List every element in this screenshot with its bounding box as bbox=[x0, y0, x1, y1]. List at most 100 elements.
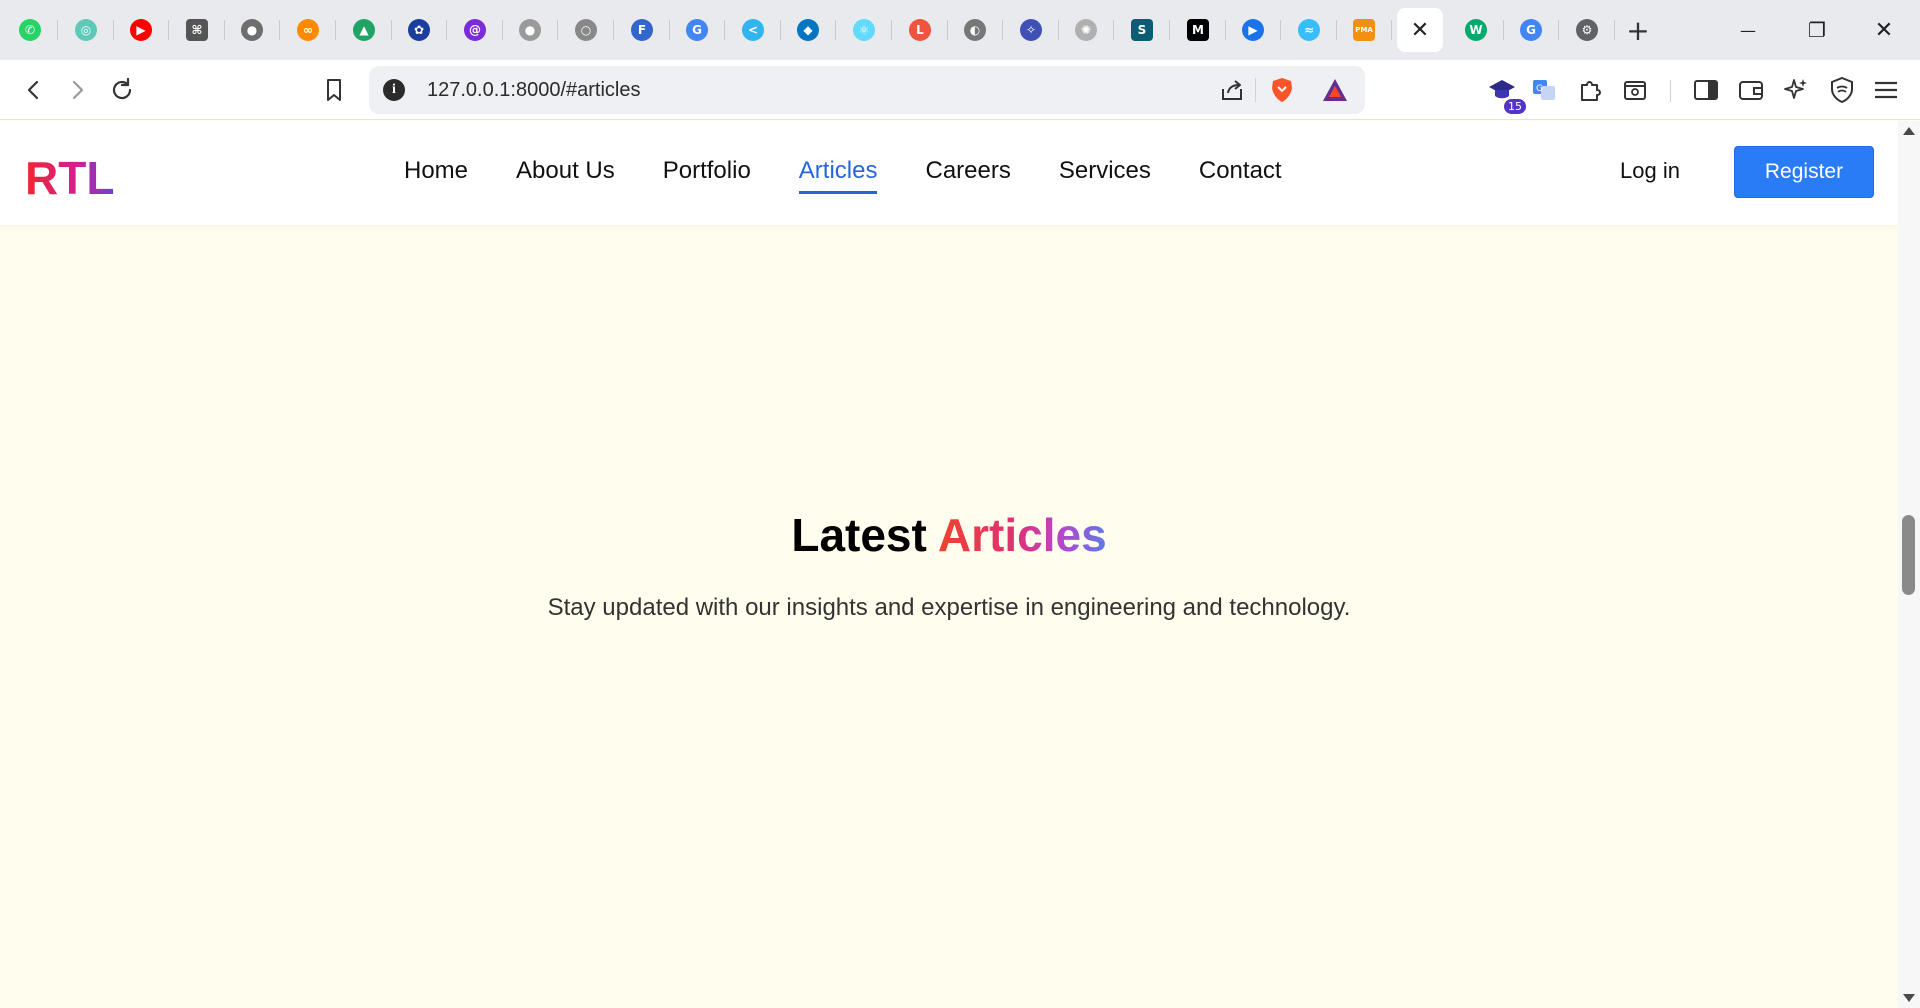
tab-separator bbox=[57, 20, 58, 40]
section-subtitle: Stay updated with our insights and exper… bbox=[547, 594, 1351, 621]
nav-link-careers[interactable]: Careers bbox=[925, 157, 1010, 194]
globe-icon: ◐ bbox=[964, 19, 986, 41]
tab-separator bbox=[947, 20, 948, 40]
tab-separator bbox=[1113, 20, 1114, 40]
laravel-icon: L bbox=[909, 19, 931, 41]
close-window-button[interactable]: ✕ bbox=[1862, 8, 1906, 52]
browser-tab-google[interactable]: G bbox=[674, 8, 720, 52]
browser-tab-react[interactable]: ⚛ bbox=[841, 8, 887, 52]
browser-tab-whatsapp[interactable]: ✆ bbox=[7, 8, 53, 52]
browser-tab-w3schools[interactable]: W bbox=[1453, 8, 1499, 52]
shield-icon bbox=[1831, 76, 1853, 104]
browser-tab-dart[interactable]: ◆ bbox=[785, 8, 831, 52]
browser-tab-google-drive[interactable]: ▲ bbox=[341, 8, 387, 52]
reader-mode-button[interactable] bbox=[1617, 72, 1653, 108]
browser-tab-laravel[interactable]: L bbox=[897, 8, 943, 52]
browser-tab-flutter[interactable]: < bbox=[730, 8, 776, 52]
browser-tab-phpmyadmin[interactable]: PMA bbox=[1341, 8, 1387, 52]
extensions-button[interactable] bbox=[1572, 72, 1608, 108]
extension-badge: 15 bbox=[1504, 99, 1526, 114]
scroll-thumb[interactable] bbox=[1902, 515, 1915, 595]
url-text[interactable]: 127.0.0.1:8000/#articles bbox=[427, 79, 641, 102]
browser-tab-github-2[interactable]: ● bbox=[507, 8, 553, 52]
wallet-button[interactable] bbox=[1733, 72, 1769, 108]
bookmark-button[interactable] bbox=[316, 72, 352, 108]
browser-tab-github[interactable]: ● bbox=[229, 8, 275, 52]
browser-tab-circle-ring[interactable]: ○ bbox=[563, 8, 609, 52]
register-button[interactable]: Register bbox=[1734, 146, 1874, 198]
restore-window-button[interactable]: ❐ bbox=[1795, 8, 1839, 52]
scroll-down-arrow-icon[interactable] bbox=[1903, 994, 1915, 1002]
minimize-window-button[interactable]: — bbox=[1726, 8, 1770, 52]
browser-tab-google-2[interactable]: G bbox=[1508, 8, 1554, 52]
browser-tab-bird[interactable]: ✧ bbox=[1008, 8, 1054, 52]
browser-tab-grid-app[interactable]: ⌘ bbox=[174, 8, 220, 52]
extension-translate[interactable]: G bbox=[1526, 72, 1562, 108]
grid-app-icon: ⌘ bbox=[186, 19, 208, 41]
page-scrollbar[interactable] bbox=[1898, 121, 1920, 1008]
translate-icon: G bbox=[1533, 80, 1555, 100]
nav-link-articles[interactable]: Articles bbox=[798, 157, 878, 194]
share-icon[interactable] bbox=[1219, 77, 1245, 108]
close-tab-icon[interactable]: ✕ bbox=[1411, 18, 1429, 43]
phpmyadmin-icon: PMA bbox=[1353, 19, 1375, 41]
browser-toolbar: i 127.0.0.1:8000/#articles 15 G bbox=[0, 60, 1920, 120]
site-logo[interactable]: RTL bbox=[25, 151, 114, 205]
brave-rewards-icon[interactable] bbox=[1321, 77, 1349, 108]
coursera-icon: ∞ bbox=[297, 19, 319, 41]
forward-button[interactable] bbox=[59, 72, 95, 108]
brave-shields-icon[interactable] bbox=[1269, 76, 1295, 109]
browser-tab-butterfly[interactable]: ✿ bbox=[396, 8, 442, 52]
reload-icon bbox=[112, 77, 132, 100]
f-circle-icon: F bbox=[631, 19, 653, 41]
site-info-icon[interactable]: i bbox=[383, 79, 405, 101]
browser-tab-tailwind[interactable]: ≈ bbox=[1286, 8, 1332, 52]
tab-separator bbox=[1169, 20, 1170, 40]
nav-link-portfolio[interactable]: Portfolio bbox=[663, 157, 751, 194]
tab-separator bbox=[1225, 20, 1226, 40]
browser-tab-globe[interactable]: ◐ bbox=[952, 8, 998, 52]
back-button[interactable] bbox=[16, 72, 52, 108]
react-icon: ⚛ bbox=[853, 19, 875, 41]
browser-tab-swirl[interactable]: @ bbox=[452, 8, 498, 52]
nav-link-home[interactable]: Home bbox=[404, 157, 468, 194]
leo-ai-button[interactable] bbox=[1778, 72, 1814, 108]
sparkle-icon bbox=[1784, 79, 1807, 99]
address-bar[interactable]: i 127.0.0.1:8000/#articles bbox=[369, 66, 1365, 114]
browser-tab-play[interactable]: ▶ bbox=[1230, 8, 1276, 52]
openai-icon: ✺ bbox=[1075, 19, 1097, 41]
browser-tab-youtube[interactable]: ▶ bbox=[118, 8, 164, 52]
nav-link-contact[interactable]: Contact bbox=[1199, 157, 1282, 194]
sidebar-toggle-button[interactable] bbox=[1688, 72, 1724, 108]
login-link[interactable]: Log in bbox=[1620, 158, 1680, 184]
browser-tab-f-circle[interactable]: F bbox=[619, 8, 665, 52]
browser-tab-coursera[interactable]: ∞ bbox=[285, 8, 331, 52]
browser-tab-fiverr-like[interactable]: ◎ bbox=[63, 8, 109, 52]
reload-button[interactable] bbox=[104, 72, 140, 108]
vpn-button[interactable] bbox=[1824, 72, 1860, 108]
tab-separator bbox=[724, 20, 725, 40]
nav-link-about-us[interactable]: About Us bbox=[516, 157, 615, 194]
new-tab-button[interactable]: + bbox=[1618, 10, 1658, 50]
tab-separator bbox=[113, 20, 114, 40]
heading-accent: Articles bbox=[937, 509, 1107, 561]
tab-separator bbox=[502, 20, 503, 40]
tab-separator bbox=[557, 20, 558, 40]
nav-link-services[interactable]: Services bbox=[1059, 157, 1151, 194]
articles-section: Latest Articles Stay updated with our in… bbox=[0, 225, 1898, 1008]
heading-plain: Latest bbox=[791, 509, 927, 561]
browser-tab-active[interactable]: ✕ bbox=[1397, 8, 1443, 52]
menu-button[interactable] bbox=[1868, 72, 1904, 108]
extension-graduation[interactable]: 15 bbox=[1484, 72, 1526, 114]
tab-separator bbox=[1503, 20, 1504, 40]
github-2-icon: ● bbox=[519, 19, 541, 41]
browser-tab-medium[interactable]: M bbox=[1175, 8, 1221, 52]
s-tile-icon: S bbox=[1131, 19, 1153, 41]
hamburger-icon bbox=[1875, 81, 1897, 99]
scroll-up-arrow-icon[interactable] bbox=[1903, 127, 1915, 135]
browser-tab-openai[interactable]: ✺ bbox=[1063, 8, 1109, 52]
tab-separator bbox=[669, 20, 670, 40]
browser-tab-s-tile[interactable]: S bbox=[1119, 8, 1165, 52]
browser-tab-settings[interactable]: ⚙ bbox=[1564, 8, 1610, 52]
tab-separator bbox=[1336, 20, 1337, 40]
